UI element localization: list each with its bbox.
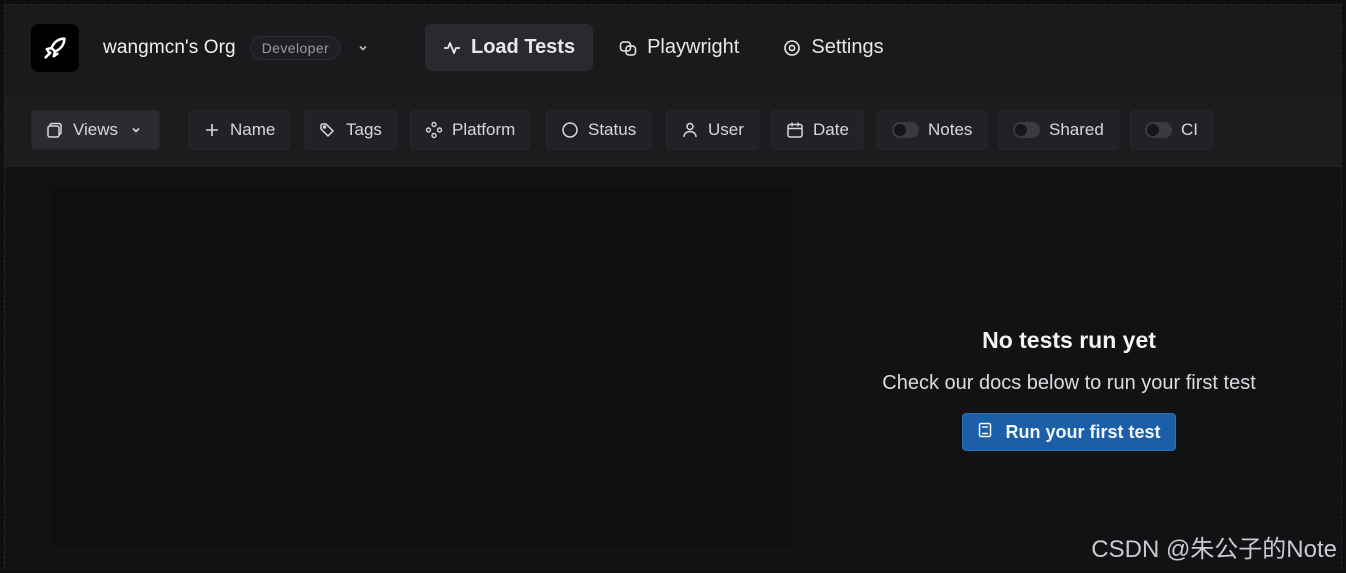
tab-label: Load Tests (471, 36, 576, 58)
cta-label: Run your first test (1005, 421, 1161, 442)
filter-label: Date (813, 120, 849, 139)
main-content: No tests run yet Check our docs below to… (5, 167, 1341, 570)
filter-label: Name (230, 120, 276, 139)
views-dropdown[interactable]: Views (31, 110, 161, 150)
filter-label: Notes (928, 120, 973, 139)
main-nav: Load Tests Playwright Settings (425, 24, 902, 71)
filter-user[interactable]: User (666, 110, 759, 150)
tag-icon (319, 121, 337, 139)
filter-date[interactable]: Date (771, 110, 864, 150)
app-logo[interactable] (31, 24, 79, 72)
rocket-icon (44, 37, 66, 59)
user-icon (681, 121, 699, 139)
filter-label: Tags (346, 120, 382, 139)
tab-load-tests[interactable]: Load Tests (425, 24, 594, 71)
chevron-down-icon[interactable] (355, 40, 371, 56)
toggle-switch[interactable] (892, 122, 919, 138)
book-icon (977, 422, 993, 443)
org-name: wangmcn's Org (103, 37, 236, 58)
filter-ci-toggle[interactable]: CI (1130, 110, 1213, 150)
views-label: Views (73, 120, 119, 139)
plan-badge: Developer (249, 36, 342, 60)
run-first-test-button[interactable]: Run your first test (962, 413, 1176, 451)
filter-bar: Views Name Tags Platform Status User Dat… (5, 97, 1341, 167)
plus-icon (203, 121, 221, 139)
watermark: CSDN @朱公子的Note (1091, 536, 1337, 563)
toggle-switch[interactable] (1145, 122, 1172, 138)
results-pane (51, 187, 791, 547)
empty-state-title: No tests run yet (982, 327, 1156, 353)
filter-label: CI (1181, 120, 1198, 139)
calendar-icon (786, 121, 804, 139)
app-window: wangmcn's Org Developer Load Tests Playw… (4, 4, 1342, 570)
filter-label: Status (588, 120, 637, 139)
layers-icon (46, 121, 64, 139)
platform-icon (425, 121, 443, 139)
top-header: wangmcn's Org Developer Load Tests Playw… (5, 5, 1341, 97)
filter-tags[interactable]: Tags (304, 110, 397, 150)
filter-label: User (708, 120, 744, 139)
filter-platform[interactable]: Platform (410, 110, 531, 150)
tab-settings[interactable]: Settings (765, 24, 901, 71)
tab-label: Playwright (647, 36, 740, 58)
gear-icon (783, 39, 801, 57)
toggle-switch[interactable] (1013, 122, 1040, 138)
empty-state: No tests run yet Check our docs below to… (795, 327, 1343, 451)
tab-playwright[interactable]: Playwright (601, 24, 757, 71)
filter-status[interactable]: Status (546, 110, 652, 150)
filter-label: Shared (1049, 120, 1104, 139)
chevron-down-icon (127, 121, 145, 139)
circle-icon (561, 121, 579, 139)
tab-label: Settings (811, 36, 884, 58)
filter-label: Platform (452, 120, 516, 139)
filter-name[interactable]: Name (188, 110, 291, 150)
filter-notes-toggle[interactable]: Notes (877, 110, 988, 150)
filter-shared-toggle[interactable]: Shared (998, 110, 1119, 150)
empty-state-subtitle: Check our docs below to run your first t… (882, 372, 1256, 394)
masks-icon (619, 39, 637, 57)
activity-icon (443, 39, 461, 57)
org-switcher[interactable]: wangmcn's Org Developer (103, 36, 371, 60)
